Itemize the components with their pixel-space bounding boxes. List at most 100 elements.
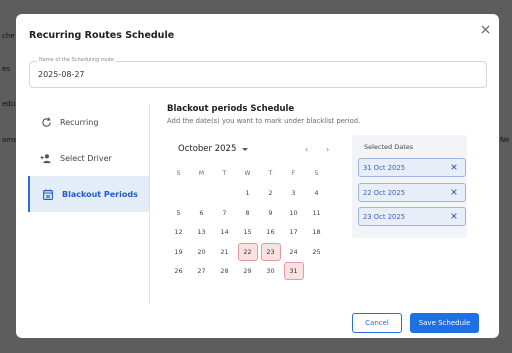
calendar-day-label: 31	[283, 262, 304, 281]
calendar-day-label: 27	[197, 267, 206, 276]
calendar-day-label: 22	[237, 242, 258, 261]
calendar-day[interactable]: 18	[305, 223, 328, 243]
calendar-day[interactable]: 16	[259, 223, 282, 243]
calendar-day-label: 4	[314, 189, 319, 198]
blackout-title: Blackout periods Schedule	[167, 104, 295, 114]
calendar-empty-cell	[190, 184, 213, 204]
weekday-label: W	[244, 170, 251, 178]
weekday-label: S	[176, 170, 181, 178]
calendar-grid: S M T W T F S 1 2 3 4 5 6 7 8 9 10 11 12 13 14 15 16 17 18 19 20 21…	[167, 164, 328, 281]
close-icon	[451, 189, 457, 195]
calendar-day[interactable]: 20	[190, 242, 213, 262]
calendar-day[interactable]: 3	[282, 184, 305, 204]
calendar-day[interactable]: 7	[213, 203, 236, 223]
prev-month-button[interactable]: ‹	[305, 145, 308, 154]
sidebar-item-label: Blackout Periods	[62, 189, 138, 199]
calendar-day-label: 1	[245, 189, 250, 198]
calendar-day-label: 24	[289, 247, 298, 256]
calendar-day-label: 2	[268, 189, 273, 198]
calendar-day-label: 26	[174, 267, 183, 276]
sidebar-nav: Recurring Select Driver Blackout Periods	[28, 104, 149, 212]
close-button[interactable]	[478, 22, 492, 36]
calendar-day[interactable]: 12	[167, 223, 190, 243]
calendar-day[interactable]: 25	[305, 242, 328, 262]
calendar-day-label: 19	[174, 247, 183, 256]
sidebar-item-recurring[interactable]: Recurring	[28, 104, 149, 140]
remove-date-button[interactable]	[451, 188, 457, 197]
next-month-button[interactable]: ›	[326, 145, 329, 154]
route-name-input[interactable]	[38, 70, 478, 79]
calendar-day[interactable]: 28	[213, 262, 236, 282]
modal-title: Recurring Routes Schedule	[29, 30, 175, 41]
calendar-day-label: 23	[260, 242, 281, 261]
selected-date-label: 22 Oct 2025	[363, 189, 406, 197]
selected-dates-title: Selected Dates	[364, 143, 414, 151]
calendar-day-label: 10	[289, 208, 298, 217]
remove-date-button[interactable]	[451, 163, 457, 172]
calendar-day[interactable]: 24	[282, 242, 305, 262]
month-selector[interactable]: October 2025	[178, 144, 249, 154]
calendar-day[interactable]: 1	[236, 184, 259, 204]
sidebar-item-select-driver[interactable]: Select Driver	[28, 140, 149, 176]
calendar-day-label: 3	[291, 189, 296, 198]
calendar-icon	[42, 188, 54, 200]
calendar-day-label: 28	[220, 267, 229, 276]
route-name-field[interactable]: Name of the Scheduling route	[29, 57, 487, 88]
close-icon	[480, 24, 490, 34]
sidebar-item-blackout-periods[interactable]: Blackout Periods	[28, 176, 149, 212]
calendar-day-label: 6	[199, 208, 204, 217]
calendar-day[interactable]: 27	[190, 262, 213, 282]
calendar-day[interactable]: 31	[282, 262, 305, 282]
calendar-day-label: 21	[220, 247, 229, 256]
calendar-day[interactable]: 5	[167, 203, 190, 223]
selected-date-chip: 31 Oct 2025	[358, 158, 466, 177]
calendar-day-label: 20	[197, 247, 206, 256]
calendar-day-label: 5	[176, 208, 181, 217]
chevron-down-icon	[242, 147, 249, 151]
calendar-day[interactable]: 6	[190, 203, 213, 223]
calendar-day-label: 16	[266, 228, 275, 237]
calendar-day-label: 30	[266, 267, 275, 276]
divider	[149, 104, 150, 304]
calendar-day[interactable]: 19	[167, 242, 190, 262]
remove-date-button[interactable]	[451, 212, 457, 221]
calendar-day[interactable]: 29	[236, 262, 259, 282]
calendar-day-label: 29	[243, 267, 252, 276]
calendar-day[interactable]: 10	[282, 203, 305, 223]
recurring-routes-modal: Recurring Routes Schedule Name of the Sc…	[16, 14, 499, 338]
month-label: October 2025	[178, 144, 237, 154]
save-schedule-button[interactable]: Save Schedule	[410, 313, 479, 333]
weekday-label: F	[291, 170, 296, 178]
calendar-day[interactable]: 30	[259, 262, 282, 282]
calendar-day[interactable]: 22	[236, 242, 259, 262]
calendar-day[interactable]: 8	[236, 203, 259, 223]
calendar-empty-cell	[213, 184, 236, 204]
calendar-day[interactable]: 21	[213, 242, 236, 262]
calendar-day[interactable]: 11	[305, 203, 328, 223]
selected-date-label: 23 Oct 2025	[363, 213, 406, 221]
calendar-day[interactable]: 9	[259, 203, 282, 223]
calendar-day[interactable]: 17	[282, 223, 305, 243]
selected-date-label: 31 Oct 2025	[363, 164, 406, 172]
close-icon	[451, 164, 457, 170]
weekday-label: S	[314, 170, 319, 178]
cancel-button[interactable]: Cancel	[352, 313, 402, 333]
calendar-day[interactable]: 15	[236, 223, 259, 243]
calendar-header: October 2025 ‹ ›	[176, 142, 329, 158]
calendar-day-label: 7	[222, 208, 227, 217]
calendar-day[interactable]: 13	[190, 223, 213, 243]
weekday-label: M	[198, 170, 205, 178]
calendar-day[interactable]: 2	[259, 184, 282, 204]
blackout-subtitle: Add the date(s) you want to mark under b…	[167, 117, 361, 125]
sidebar-item-label: Select Driver	[60, 153, 112, 163]
sidebar-item-label: Recurring	[60, 117, 99, 127]
route-name-label: Name of the Scheduling route	[37, 57, 116, 63]
calendar-day[interactable]: 26	[167, 262, 190, 282]
selected-dates-panel: Selected Dates 31 Oct 2025 22 Oct 2025 2…	[352, 135, 467, 238]
calendar-day-label: 11	[312, 208, 321, 217]
calendar-day-label: 25	[312, 247, 321, 256]
calendar-day[interactable]: 14	[213, 223, 236, 243]
calendar-empty-cell	[167, 184, 190, 204]
calendar-day[interactable]: 4	[305, 184, 328, 204]
calendar-day[interactable]: 23	[259, 242, 282, 262]
